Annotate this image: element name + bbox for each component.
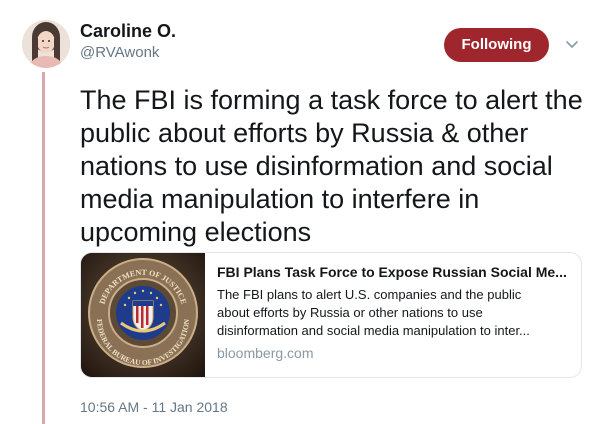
link-card[interactable]: DEPARTMENT OF JUSTICE FEDERAL BUREAU OF … (80, 252, 582, 378)
chevron-down-icon[interactable] (564, 36, 580, 52)
thread-line (42, 72, 45, 424)
card-body: FBI Plans Task Force to Expose Russian S… (217, 263, 569, 362)
tweet-text: The FBI is forming a task force to alert… (80, 85, 583, 247)
card-domain: bloomberg.com (217, 345, 314, 361)
following-button[interactable]: Following (444, 28, 549, 62)
card-description: The FBI plans to alert U.S. companies an… (217, 286, 569, 340)
fbi-seal-image: DEPARTMENT OF JUSTICE FEDERAL BUREAU OF … (81, 253, 205, 377)
tweet-timestamp[interactable]: 10:56 AM - 11 Jan 2018 (80, 398, 228, 416)
card-description-line: disinformation and social media manipula… (217, 323, 530, 338)
card-description-line: about efforts by Russia or other nations… (217, 305, 483, 320)
card-description-line: The FBI plans to alert U.S. companies an… (217, 287, 522, 302)
avatar[interactable] (22, 20, 70, 68)
card-image: DEPARTMENT OF JUSTICE FEDERAL BUREAU OF … (81, 253, 205, 377)
avatar-photo (22, 20, 70, 68)
author-handle[interactable]: @RVAwonk (80, 44, 159, 62)
card-title[interactable]: FBI Plans Task Force to Expose Russian S… (217, 263, 569, 281)
author-name[interactable]: Caroline O. (80, 20, 176, 42)
